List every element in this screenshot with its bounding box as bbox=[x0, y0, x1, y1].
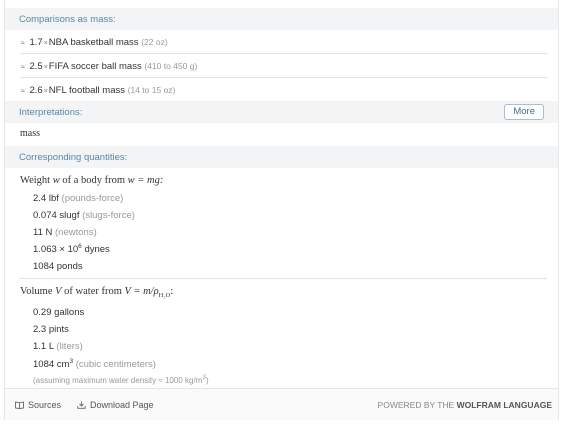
quantity-value: 11 N bbox=[33, 227, 53, 238]
volume-heading: Volume V of water from V = m/ρH₂O: bbox=[20, 286, 173, 299]
quantity-value: 1084 ponds bbox=[33, 261, 83, 272]
sources-link[interactable]: Sources bbox=[15, 400, 61, 410]
comparison-row: ≈ 1.7×NBA basketball mass (22 oz) bbox=[21, 30, 547, 54]
powered-prefix: POWERED BY THE bbox=[377, 400, 455, 410]
weight-heading: Weight w of a body from w = mg: bbox=[20, 175, 163, 186]
weight-heading-prefix: Weight bbox=[20, 175, 51, 186]
comparison-factor: 2.6 bbox=[29, 85, 43, 96]
approx-symbol: ≈ bbox=[21, 88, 25, 95]
times-symbol: × bbox=[43, 40, 48, 47]
volume-var: V bbox=[55, 286, 62, 297]
note-end: ) bbox=[205, 376, 209, 385]
comparison-factor: 1.7 bbox=[29, 37, 43, 48]
powered-brand: WOLFRAM LANGUAGE bbox=[456, 400, 552, 410]
quantity-value: 0.29 gallons bbox=[33, 307, 85, 318]
weight-formula: w = mg: bbox=[127, 175, 164, 186]
powered-by-label: POWERED BY THE WOLFRAM LANGUAGE bbox=[378, 400, 552, 410]
corresponding-pod-header: Corresponding quantities: bbox=[5, 146, 558, 168]
comparison-object: NBA basketball mass bbox=[48, 37, 139, 48]
download-label: Download Page bbox=[90, 400, 154, 410]
unit-description: (newtons) bbox=[55, 227, 97, 238]
divider bbox=[19, 278, 547, 279]
quantity-value: 1084 cm bbox=[33, 359, 70, 370]
comparison-object: NFL football mass bbox=[48, 85, 126, 96]
approx-symbol: ≈ bbox=[21, 64, 25, 71]
unit-description: (pounds-force) bbox=[61, 193, 124, 204]
download-page-link[interactable]: Download Page bbox=[77, 400, 154, 410]
book-icon bbox=[15, 401, 24, 410]
volume-heading-end: : bbox=[170, 286, 174, 297]
comparison-range: (22 oz) bbox=[141, 37, 168, 47]
comparison-object: FIFA soccer ball mass bbox=[48, 61, 142, 72]
comparisons-title: Comparisons as mass: bbox=[19, 14, 116, 25]
assumption-note: (assuming maximum water density ≈ 1000 k… bbox=[33, 374, 209, 385]
quantity-line: 0.29 gallons bbox=[33, 307, 84, 318]
unit-description: (liters) bbox=[56, 341, 83, 352]
result-card: Comparisons as mass: ≈ 1.7×NBA basketbal… bbox=[4, 0, 559, 420]
quantity-value: 2.3 pints bbox=[33, 324, 69, 335]
sources-label: Sources bbox=[28, 400, 62, 410]
comparison-range: (410 to 450 g) bbox=[144, 61, 198, 71]
quantity-line: 1.1 L (liters) bbox=[33, 341, 83, 352]
corresponding-title: Corresponding quantities: bbox=[19, 152, 128, 163]
times-symbol: × bbox=[43, 88, 48, 95]
times-symbol: × bbox=[43, 64, 48, 71]
quantity-line: 2.4 lbf (pounds-force) bbox=[33, 193, 123, 204]
interpretation-value: mass bbox=[20, 128, 40, 139]
weight-heading-mid: of a body from bbox=[62, 175, 126, 186]
quantity-value: 1.1 L bbox=[33, 341, 54, 352]
quantity-value: 2.4 lbf bbox=[33, 193, 59, 204]
comparisons-pod-header: Comparisons as mass: bbox=[5, 8, 558, 30]
quantity-line: 1084 cm3 (cubic centimeters) bbox=[33, 358, 156, 370]
more-button[interactable]: More bbox=[504, 104, 544, 120]
footer-bar: Sources Download Page POWERED BY THE WOL… bbox=[5, 388, 558, 420]
volume-formula-sub: H₂O bbox=[158, 292, 171, 300]
quantity-line: 0.074 slugf (slugs-force) bbox=[33, 210, 135, 221]
quantity-line: 11 N (newtons) bbox=[33, 227, 97, 238]
unit-description: (slugs-force) bbox=[82, 210, 135, 221]
volume-heading-mid: of water from bbox=[64, 286, 122, 297]
quantity-unit: dynes bbox=[84, 244, 110, 255]
weight-var: w bbox=[52, 175, 60, 186]
approx-symbol: ≈ bbox=[21, 40, 25, 47]
exponent: 6 bbox=[78, 243, 82, 250]
unit-description: (cubic centimeters) bbox=[75, 359, 156, 370]
volume-heading-prefix: Volume bbox=[20, 286, 53, 297]
quantity-line: 1.063 × 106 dynes bbox=[33, 243, 110, 255]
quantity-value: 1.063 × 10 bbox=[33, 244, 79, 255]
quantity-line: 2.3 pints bbox=[33, 324, 69, 335]
quantity-line: 1084 ponds bbox=[33, 261, 83, 272]
quantity-value: 0.074 slugf bbox=[33, 210, 80, 221]
comparison-factor: 2.5 bbox=[29, 61, 43, 72]
note-text: (assuming maximum water density ≈ 1000 k… bbox=[33, 376, 203, 385]
comparison-row: ≈ 2.5×FIFA soccer ball mass (410 to 450 … bbox=[21, 54, 547, 78]
download-icon bbox=[77, 401, 86, 409]
volume-formula: V = m/ρ bbox=[124, 286, 159, 297]
interpretations-title: Interpretations: bbox=[19, 107, 83, 118]
comparison-range: (14 to 15 oz) bbox=[127, 85, 176, 95]
comparison-row: ≈ 2.6×NFL football mass (14 to 15 oz) bbox=[21, 78, 547, 102]
exponent: 3 bbox=[69, 358, 74, 365]
interpretations-pod-header: Interpretations: More bbox=[5, 101, 558, 123]
